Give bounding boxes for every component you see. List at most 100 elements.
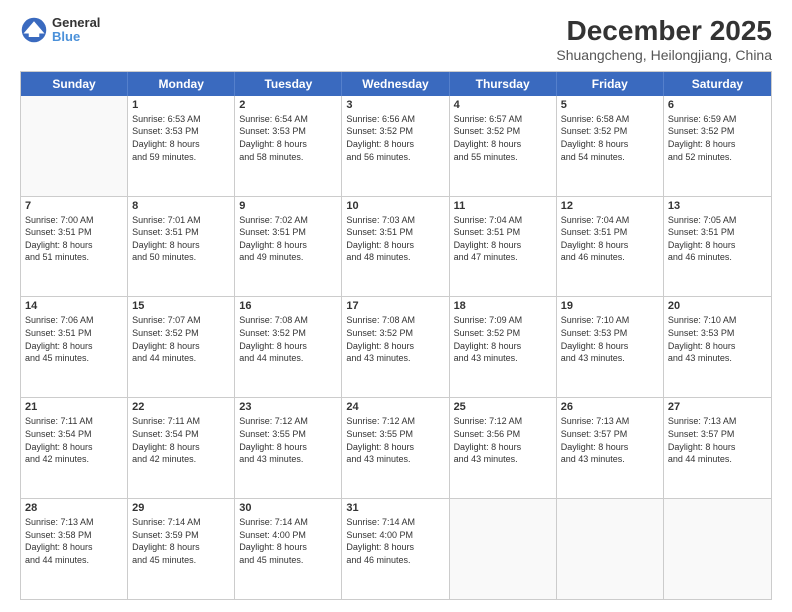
calendar-cell: 10 Sunrise: 7:03 AM Sunset: 3:51 PM Dayli… (342, 197, 449, 297)
calendar-cell: 6 Sunrise: 6:59 AM Sunset: 3:52 PM Daylig… (664, 96, 771, 196)
weekday-header: Wednesday (342, 72, 449, 96)
calendar-cell: 2 Sunrise: 6:54 AM Sunset: 3:53 PM Daylig… (235, 96, 342, 196)
day-number: 2 (239, 99, 337, 111)
calendar-cell: 3 Sunrise: 6:56 AM Sunset: 3:52 PM Daylig… (342, 96, 449, 196)
day-number: 10 (346, 200, 444, 212)
calendar-cell: 15Sunrise: 7:07 AM Sunset: 3:52 PM Dayli… (128, 297, 235, 397)
calendar-subtitle: Shuangcheng, Heilongjiang, China (556, 47, 772, 63)
day-info: Sunrise: 6:58 AM Sunset: 3:52 PM Dayligh… (561, 113, 659, 163)
day-number: 18 (454, 300, 552, 312)
calendar-page: General Blue December 2025 Shuangcheng, … (0, 0, 792, 612)
calendar-body: 1 Sunrise: 6:53 AM Sunset: 3:53 PM Daylig… (21, 96, 771, 599)
calendar-cell: 7 Sunrise: 7:00 AM Sunset: 3:51 PM Daylig… (21, 197, 128, 297)
day-info: Sunrise: 6:56 AM Sunset: 3:52 PM Dayligh… (346, 113, 444, 163)
calendar-cell: 5 Sunrise: 6:58 AM Sunset: 3:52 PM Daylig… (557, 96, 664, 196)
day-number: 22 (132, 401, 230, 413)
calendar-cell: 29 Sunrise: 7:14 AM Sunset: 3:59 PM Dayli… (128, 499, 235, 599)
logo-icon (20, 16, 48, 44)
calendar-cell: 13Sunrise: 7:05 AM Sunset: 3:51 PM Dayli… (664, 197, 771, 297)
day-number: 5 (561, 99, 659, 111)
calendar-title: December 2025 (556, 16, 772, 47)
calendar-cell (557, 499, 664, 599)
day-number: 24 (346, 401, 444, 413)
weekday-header: Saturday (664, 72, 771, 96)
day-number: 30 (239, 502, 337, 514)
day-info: Sunrise: 7:14 AM Sunset: 4:00 PM Dayligh… (346, 516, 444, 566)
day-number: 31 (346, 502, 444, 514)
day-info: Sunrise: 7:04 AM Sunset: 3:51 PM Dayligh… (454, 214, 552, 264)
day-info: Sunrise: 7:12 AM Sunset: 3:55 PM Dayligh… (239, 415, 337, 465)
day-info: Sunrise: 7:10 AM Sunset: 3:53 PM Dayligh… (668, 314, 767, 364)
day-info: Sunrise: 7:13 AM Sunset: 3:58 PM Dayligh… (25, 516, 123, 566)
day-number: 9 (239, 200, 337, 212)
calendar-cell: 4Sunrise: 6:57 AM Sunset: 3:52 PM Daylig… (450, 96, 557, 196)
calendar-cell: 8 Sunrise: 7:01 AM Sunset: 3:51 PM Daylig… (128, 197, 235, 297)
calendar-cell: 16 Sunrise: 7:08 AM Sunset: 3:52 PM Dayli… (235, 297, 342, 397)
day-number: 16 (239, 300, 337, 312)
day-number: 3 (346, 99, 444, 111)
day-info: Sunrise: 7:03 AM Sunset: 3:51 PM Dayligh… (346, 214, 444, 264)
calendar-cell (21, 96, 128, 196)
day-info: Sunrise: 7:02 AM Sunset: 3:51 PM Dayligh… (239, 214, 337, 264)
calendar-cell (664, 499, 771, 599)
calendar-cell: 20Sunrise: 7:10 AM Sunset: 3:53 PM Dayli… (664, 297, 771, 397)
day-number: 29 (132, 502, 230, 514)
day-info: Sunrise: 6:53 AM Sunset: 3:53 PM Dayligh… (132, 113, 230, 163)
day-info: Sunrise: 7:01 AM Sunset: 3:51 PM Dayligh… (132, 214, 230, 264)
day-number: 25 (454, 401, 552, 413)
day-info: Sunrise: 7:12 AM Sunset: 3:56 PM Dayligh… (454, 415, 552, 465)
day-number: 6 (668, 99, 767, 111)
day-info: Sunrise: 7:00 AM Sunset: 3:51 PM Dayligh… (25, 214, 123, 264)
day-number: 17 (346, 300, 444, 312)
weekday-header: Thursday (450, 72, 557, 96)
calendar-cell (450, 499, 557, 599)
day-info: Sunrise: 7:11 AM Sunset: 3:54 PM Dayligh… (132, 415, 230, 465)
day-info: Sunrise: 7:08 AM Sunset: 3:52 PM Dayligh… (239, 314, 337, 364)
day-info: Sunrise: 7:10 AM Sunset: 3:53 PM Dayligh… (561, 314, 659, 364)
calendar-cell: 28Sunrise: 7:13 AM Sunset: 3:58 PM Dayli… (21, 499, 128, 599)
day-number: 1 (132, 99, 230, 111)
day-info: Sunrise: 7:08 AM Sunset: 3:52 PM Dayligh… (346, 314, 444, 364)
day-number: 8 (132, 200, 230, 212)
calendar-cell: 22 Sunrise: 7:11 AM Sunset: 3:54 PM Dayli… (128, 398, 235, 498)
day-info: Sunrise: 7:13 AM Sunset: 3:57 PM Dayligh… (561, 415, 659, 465)
weekday-header: Monday (128, 72, 235, 96)
day-number: 12 (561, 200, 659, 212)
day-number: 19 (561, 300, 659, 312)
weekday-header: Sunday (21, 72, 128, 96)
calendar-week-row: 1 Sunrise: 6:53 AM Sunset: 3:53 PM Daylig… (21, 96, 771, 197)
calendar-cell: 1 Sunrise: 6:53 AM Sunset: 3:53 PM Daylig… (128, 96, 235, 196)
day-info: Sunrise: 7:05 AM Sunset: 3:51 PM Dayligh… (668, 214, 767, 264)
logo: General Blue (20, 16, 100, 45)
logo-line2: Blue (52, 30, 100, 44)
calendar-cell: 24 Sunrise: 7:12 AM Sunset: 3:55 PM Dayli… (342, 398, 449, 498)
calendar-cell: 30 Sunrise: 7:14 AM Sunset: 4:00 PM Dayli… (235, 499, 342, 599)
day-info: Sunrise: 7:12 AM Sunset: 3:55 PM Dayligh… (346, 415, 444, 465)
calendar-cell: 19 Sunrise: 7:10 AM Sunset: 3:53 PM Dayli… (557, 297, 664, 397)
day-number: 4 (454, 99, 552, 111)
day-info: Sunrise: 7:14 AM Sunset: 4:00 PM Dayligh… (239, 516, 337, 566)
day-info: Sunrise: 6:59 AM Sunset: 3:52 PM Dayligh… (668, 113, 767, 163)
day-info: Sunrise: 6:54 AM Sunset: 3:53 PM Dayligh… (239, 113, 337, 163)
calendar-header-row: SundayMondayTuesdayWednesdayThursdayFrid… (21, 72, 771, 96)
weekday-header: Tuesday (235, 72, 342, 96)
day-number: 26 (561, 401, 659, 413)
calendar-cell: 27Sunrise: 7:13 AM Sunset: 3:57 PM Dayli… (664, 398, 771, 498)
calendar-cell: 21Sunrise: 7:11 AM Sunset: 3:54 PM Dayli… (21, 398, 128, 498)
day-number: 23 (239, 401, 337, 413)
calendar-cell: 11 Sunrise: 7:04 AM Sunset: 3:51 PM Dayli… (450, 197, 557, 297)
day-info: Sunrise: 7:09 AM Sunset: 3:52 PM Dayligh… (454, 314, 552, 364)
day-number: 27 (668, 401, 767, 413)
day-number: 11 (454, 200, 552, 212)
day-number: 7 (25, 200, 123, 212)
calendar-grid: SundayMondayTuesdayWednesdayThursdayFrid… (20, 71, 772, 600)
day-info: Sunrise: 7:04 AM Sunset: 3:51 PM Dayligh… (561, 214, 659, 264)
calendar-cell: 12 Sunrise: 7:04 AM Sunset: 3:51 PM Dayli… (557, 197, 664, 297)
calendar-cell: 25 Sunrise: 7:12 AM Sunset: 3:56 PM Dayli… (450, 398, 557, 498)
page-header: General Blue December 2025 Shuangcheng, … (20, 16, 772, 63)
calendar-week-row: 14Sunrise: 7:06 AM Sunset: 3:51 PM Dayli… (21, 297, 771, 398)
calendar-cell: 17 Sunrise: 7:08 AM Sunset: 3:52 PM Dayli… (342, 297, 449, 397)
day-info: Sunrise: 7:14 AM Sunset: 3:59 PM Dayligh… (132, 516, 230, 566)
day-number: 15 (132, 300, 230, 312)
weekday-header: Friday (557, 72, 664, 96)
